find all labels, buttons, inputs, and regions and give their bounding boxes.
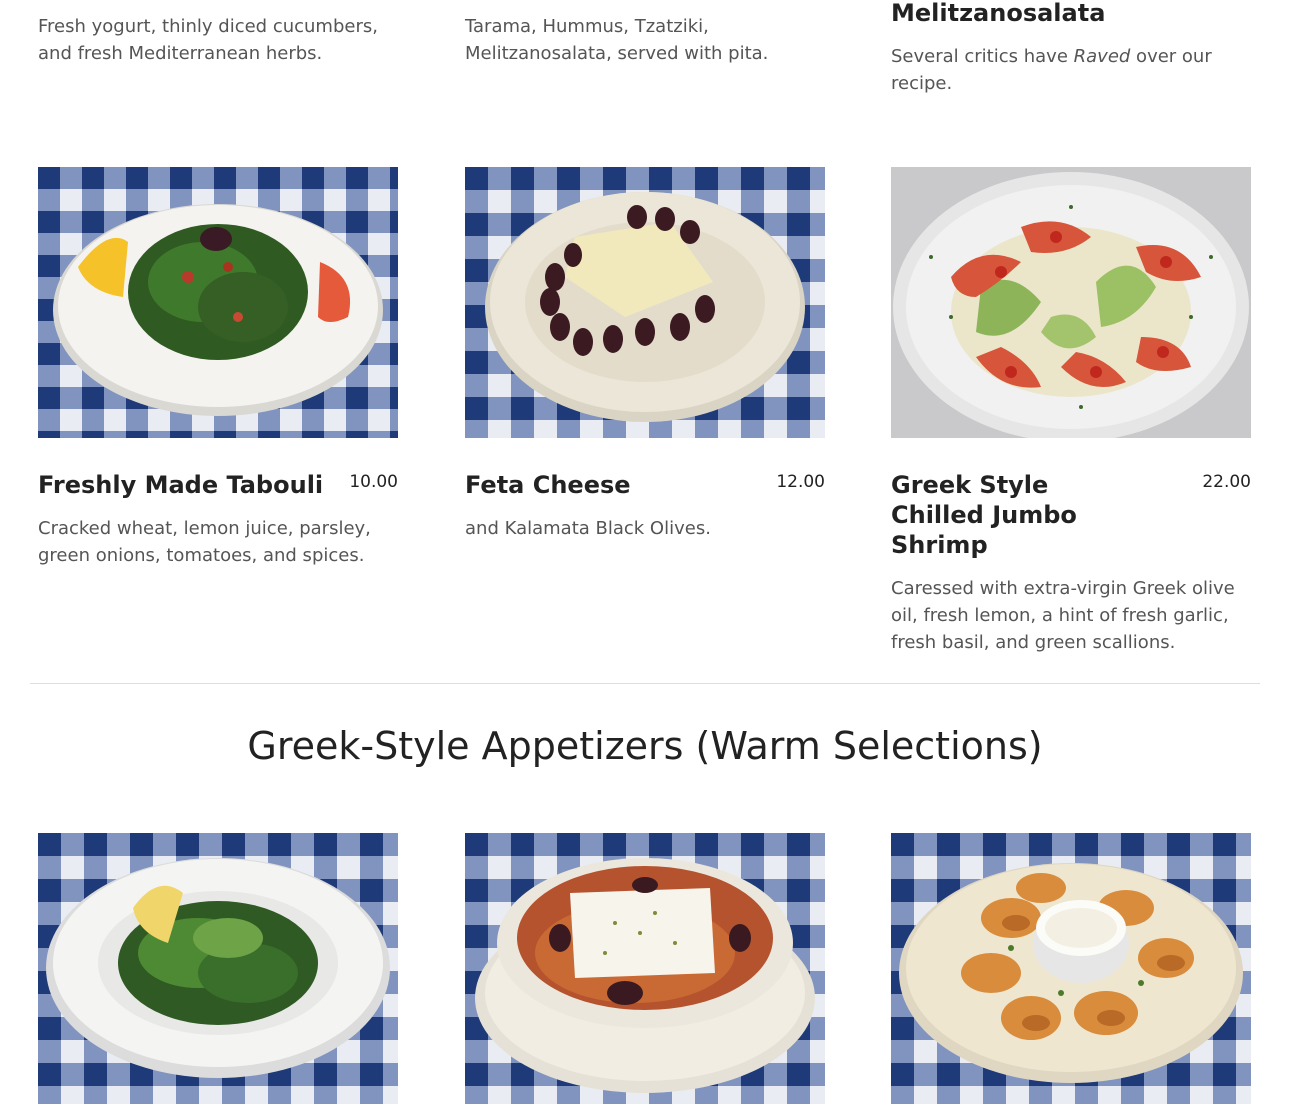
item-price: 22.00 [1202, 472, 1251, 492]
greens-photo[interactable] [38, 833, 398, 1104]
item-description: and Kalamata Black Olives. [465, 518, 711, 539]
item-description: Several critics have Raved over our reci… [891, 46, 1212, 94]
section-divider [30, 683, 1260, 684]
item-description: Tarama, Hummus, Tzatziki, Melitzanosalat… [465, 16, 769, 64]
menu-item-shrimp: Greek Style Chilled Jumbo Shrimp 22.00 C… [891, 470, 1251, 653]
baked-feta-photo[interactable] [465, 833, 825, 1104]
menu-page: Fresh yogurt, thinly diced cucumbers, an… [0, 0, 1290, 1112]
chilled-shrimp-photo[interactable] [891, 167, 1251, 438]
item-description: Cracked wheat, lemon juice, parsley, gre… [38, 518, 371, 566]
item-price: 10.00 [349, 472, 398, 492]
menu-item-feta: Feta Cheese 12.00 and Kalamata Black Oli… [465, 470, 825, 570]
item-price: 12.00 [776, 472, 825, 492]
fried-appetizer-photo[interactable] [891, 833, 1251, 1104]
item-title: Greek Style Chilled Jumbo Shrimp [891, 471, 1077, 559]
item-description: Caressed with extra-virgin Greek olive o… [891, 578, 1235, 653]
item-title: Melitzanosalata [891, 0, 1106, 27]
item-title: Feta Cheese [465, 471, 631, 499]
item-description: Fresh yogurt, thinly diced cucumbers, an… [38, 16, 378, 64]
tabouli-photo[interactable] [38, 167, 398, 438]
item-title: Freshly Made Tabouli [38, 471, 324, 499]
section-heading: Greek-Style Appetizers (Warm Selections) [247, 724, 1043, 768]
feta-cheese-photo[interactable] [465, 167, 825, 438]
menu-item-tabouli: Freshly Made Tabouli 10.00 Cracked wheat… [38, 470, 398, 600]
